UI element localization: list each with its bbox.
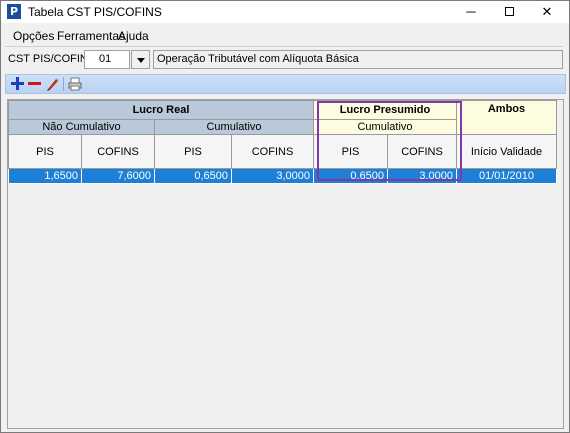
column-header-cofins[interactable]: COFINS (231, 134, 314, 169)
menu-bar: Opções Ferramentas Ajuda (1, 27, 569, 45)
toolbar-divider (63, 77, 64, 91)
window-title: Tabela CST PIS/COFINS (28, 5, 162, 19)
group-header-lucro-presumido: Lucro Presumido (313, 100, 457, 120)
column-header-pis[interactable]: PIS (8, 134, 82, 169)
group-header-lucro-real: Lucro Real (8, 100, 314, 120)
menu-divider (5, 46, 563, 47)
toolbar (5, 74, 566, 94)
subgroup-cumulativo-presumido: Cumulativo (313, 119, 457, 135)
column-header-cofins[interactable]: COFINS (387, 134, 457, 169)
subgroup-nao-cumulativo: Não Cumulativo (8, 119, 155, 135)
title-bar[interactable]: P Tabela CST PIS/COFINS ─ ✕ (1, 1, 569, 23)
maximize-button[interactable] (490, 1, 528, 23)
group-header-ambos: Ambos (456, 100, 557, 135)
chevron-down-icon (137, 58, 145, 63)
table-cell[interactable]: 1,6500 (8, 168, 82, 184)
column-header-pis[interactable]: PIS (154, 134, 232, 169)
table-cell[interactable]: 3,0000 (231, 168, 314, 184)
add-icon[interactable] (10, 76, 26, 92)
cst-dropdown-button[interactable] (131, 50, 150, 69)
cst-selector-row: CST PIS/COFINS: 01 Operação Tributável c… (1, 49, 569, 71)
close-button[interactable]: ✕ (528, 1, 566, 23)
minimize-button[interactable]: ─ (452, 1, 490, 23)
menu-ferramentas[interactable]: Ferramentas (57, 29, 125, 43)
column-header-pis[interactable]: PIS (313, 134, 388, 169)
maximize-icon (504, 7, 514, 17)
cst-rates-grid[interactable]: Lucro Real Lucro Presumido Ambos Não Cum… (7, 99, 564, 429)
main-window: P Tabela CST PIS/COFINS ─ ✕ Opções Ferra… (0, 0, 570, 433)
column-header-cofins[interactable]: COFINS (81, 134, 155, 169)
edit-icon[interactable] (45, 76, 61, 92)
table-row[interactable]: 1,6500 7,6000 0,6500 3,0000 0.6500 3.000… (8, 168, 557, 184)
table-cell[interactable]: 0.6500 (313, 168, 388, 184)
rates-table: Lucro Real Lucro Presumido Ambos Não Cum… (8, 100, 557, 184)
menu-ajuda[interactable]: Ajuda (118, 29, 149, 43)
table-cell[interactable]: 0,6500 (154, 168, 232, 184)
cst-code-field[interactable]: 01 (84, 50, 130, 69)
table-cell[interactable]: 01/01/2010 (456, 168, 557, 184)
cst-description-field: Operação Tributável com Alíquota Básica (153, 50, 563, 69)
app-p-icon: P (7, 4, 21, 19)
column-header-inicio-validade[interactable]: Início Validade (456, 134, 557, 169)
remove-icon[interactable] (27, 76, 43, 92)
table-cell[interactable]: 3.0000 (387, 168, 457, 184)
subgroup-cumulativo-real: Cumulativo (154, 119, 314, 135)
print-icon[interactable] (67, 76, 83, 92)
table-cell[interactable]: 7,6000 (81, 168, 155, 184)
menu-opcoes[interactable]: Opções (13, 29, 54, 43)
